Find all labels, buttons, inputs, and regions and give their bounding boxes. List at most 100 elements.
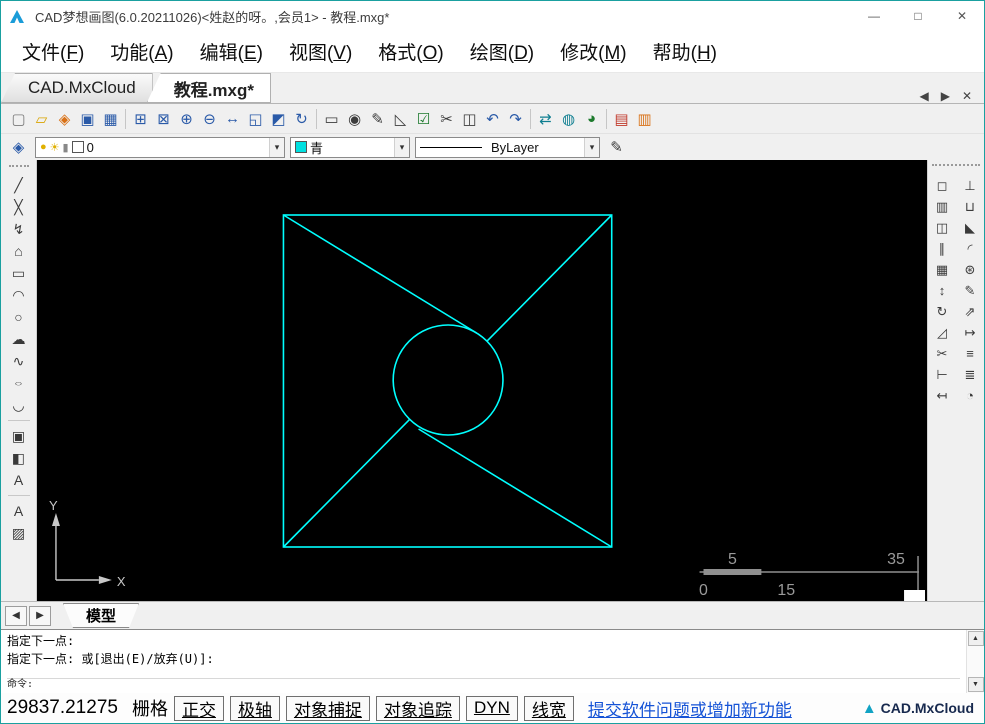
modify-offset-icon[interactable]: ∥ [929, 238, 955, 259]
draw-circle-icon[interactable]: ○ [6, 306, 32, 328]
color-combo-dropdown-icon[interactable]: ▾ [394, 137, 409, 157]
inscribed-circle[interactable] [392, 324, 504, 436]
tab-cad-mxcloud[interactable]: CAD.MxCloud [1, 73, 153, 103]
canvas-svg[interactable]: X Y 5 35 0 15 [37, 160, 927, 601]
modify-fillet-icon[interactable]: ◜ [957, 238, 983, 259]
modify-stretch-icon[interactable]: ⇗ [957, 301, 983, 322]
close-button[interactable]: ✕ [940, 1, 984, 31]
check-icon[interactable]: ☑ [412, 107, 435, 130]
magnify-icon[interactable]: ◉ [343, 107, 366, 130]
export-image-icon[interactable]: ▥ [633, 107, 656, 130]
zoom-in-icon[interactable]: ⊕ [175, 107, 198, 130]
drawing-canvas[interactable]: X Y 5 35 0 15 [37, 160, 927, 601]
menu-format[interactable]: 格式(O) [365, 38, 456, 65]
toolbar-gripper[interactable] [932, 164, 980, 172]
draw-rectangle-icon[interactable]: ▭ [6, 262, 32, 284]
modify-chamfer-icon[interactable]: ◣ [957, 217, 983, 238]
modify-move-icon[interactable]: ↕ [929, 280, 955, 301]
modify-scale-icon[interactable]: ◿ [929, 322, 955, 343]
toggle-osnap[interactable]: 对象捕捉 [285, 695, 370, 721]
linetype-combo[interactable]: ByLayer ▾ [415, 136, 600, 158]
dim-radius-icon[interactable]: ◔ [957, 385, 983, 406]
modify-break-icon[interactable]: ⊥ [957, 175, 983, 196]
zoom-out-icon[interactable]: ⊖ [198, 107, 221, 130]
diagonal-upper-segment[interactable] [486, 214, 613, 342]
toolbar-gripper[interactable] [8, 165, 29, 170]
web-icon[interactable]: ◍ [557, 107, 580, 130]
toggle-grid[interactable]: 栅格 [132, 695, 168, 721]
draw-polyline-icon[interactable]: ↯ [6, 218, 32, 240]
menu-function[interactable]: 功能(A) [97, 38, 186, 65]
tab-tutorial-file[interactable]: 教程.mxg* [146, 73, 271, 103]
tab-close-icon[interactable]: ✕ [962, 89, 972, 103]
draw-arc-icon[interactable]: ◠ [6, 284, 32, 306]
modify-rotate-icon[interactable]: ↻ [929, 301, 955, 322]
select-icon[interactable]: ▭ [320, 107, 343, 130]
dim-linear-icon[interactable]: ↤ [929, 385, 955, 406]
command-scrollbar[interactable]: ▲ ▼ [966, 630, 984, 693]
modify-trim-icon[interactable]: ✂ [929, 343, 955, 364]
draw-spline-icon[interactable]: ∿ [6, 350, 32, 372]
save-icon[interactable]: ▣ [76, 107, 99, 130]
toggle-ortho[interactable]: 正交 [173, 695, 224, 721]
insert-block-icon[interactable]: ▣ [6, 425, 32, 447]
modify-array-icon[interactable]: ▦ [929, 259, 955, 280]
zoom-all-icon[interactable]: ◩ [267, 107, 290, 130]
hatch-icon[interactable]: ▨ [6, 522, 32, 544]
menu-help[interactable]: 帮助(H) [640, 38, 730, 65]
menu-draw[interactable]: 绘图(D) [457, 38, 547, 65]
model-tab[interactable]: 模型 [63, 603, 139, 628]
draw-ellipse-icon[interactable]: ○ [6, 377, 32, 389]
layout-prev-button[interactable]: ◀ [5, 605, 27, 626]
zoom-window-icon[interactable]: ⊞ [129, 107, 152, 130]
menu-file[interactable]: 文件(F) [9, 38, 97, 65]
toggle-dyn[interactable]: DYN [465, 695, 518, 721]
tangent-from-top-left[interactable] [283, 214, 478, 334]
draw-ellipse-arc-icon[interactable]: ◡ [6, 394, 32, 416]
tab-scroll-left-icon[interactable]: ◀ [919, 89, 928, 103]
draw-xline-icon[interactable]: ╳ [6, 196, 32, 218]
menu-edit[interactable]: 编辑(E) [187, 38, 276, 65]
cloud-sync-icon[interactable]: ⇄ [534, 107, 557, 130]
layer-manager-icon[interactable]: ◈ [7, 136, 30, 159]
draw-line-icon[interactable]: ╱ [6, 174, 32, 196]
open-file-icon[interactable]: ▱ [30, 107, 53, 130]
layer-combo[interactable]: ● ☀ ▮ 0 ▾ [35, 136, 285, 158]
modify-explode-icon[interactable]: ⊛ [957, 259, 983, 280]
redo-icon[interactable]: ↷ [504, 107, 527, 130]
command-history[interactable]: 指定下一点: 指定下一点: 或[退出(E)/放弃(U)]: 命令: [1, 630, 966, 693]
maximize-button[interactable]: □ [896, 1, 940, 31]
menu-modify[interactable]: 修改(M) [547, 38, 639, 65]
export-pdf-icon[interactable]: ▤ [610, 107, 633, 130]
match-properties-icon[interactable]: ✎ [605, 136, 628, 159]
tangent-from-bottom-right[interactable] [418, 428, 613, 548]
zoom-dynamic-icon[interactable]: ⊠ [152, 107, 175, 130]
tab-scroll-right-icon[interactable]: ▶ [941, 89, 950, 103]
undo-icon[interactable]: ↶ [481, 107, 504, 130]
feedback-link[interactable]: 提交软件问题或增加新功能 [588, 696, 792, 721]
zoom-extents-icon[interactable]: ◱ [244, 107, 267, 130]
modify-extend-icon[interactable]: ⊢ [929, 364, 955, 385]
modify-mirror-icon[interactable]: ◫ [929, 217, 955, 238]
color-combo[interactable]: 青 ▾ [290, 136, 410, 158]
command-input[interactable]: 命令: [7, 678, 960, 691]
linetype-combo-dropdown-icon[interactable]: ▾ [584, 137, 599, 157]
erase-icon[interactable]: ◫ [458, 107, 481, 130]
menu-view[interactable]: 视图(V) [276, 38, 365, 65]
draw-revcloud-icon[interactable]: ☁ [6, 328, 32, 350]
scroll-up-icon[interactable]: ▲ [967, 631, 984, 646]
save-as-icon[interactable]: ▦ [99, 107, 122, 130]
diagonal-lower-segment[interactable] [282, 419, 411, 548]
regen-icon[interactable]: ↻ [290, 107, 313, 130]
modify-properties-icon[interactable]: ≣ [957, 364, 983, 385]
new-file-icon[interactable]: ▢ [7, 107, 30, 130]
scroll-down-icon[interactable]: ▼ [967, 677, 984, 692]
toggle-otrack[interactable]: 对象追踪 [375, 695, 460, 721]
modify-join-icon[interactable]: ⊔ [957, 196, 983, 217]
modify-lengthen-icon[interactable]: ↦ [957, 322, 983, 343]
cut-icon[interactable]: ✂ [435, 107, 458, 130]
toggle-polar[interactable]: 极轴 [229, 695, 280, 721]
text-icon[interactable]: A [6, 469, 32, 491]
modify-pedit-icon[interactable]: ✎ [957, 280, 983, 301]
modify-erase-icon[interactable]: ◻ [929, 175, 955, 196]
